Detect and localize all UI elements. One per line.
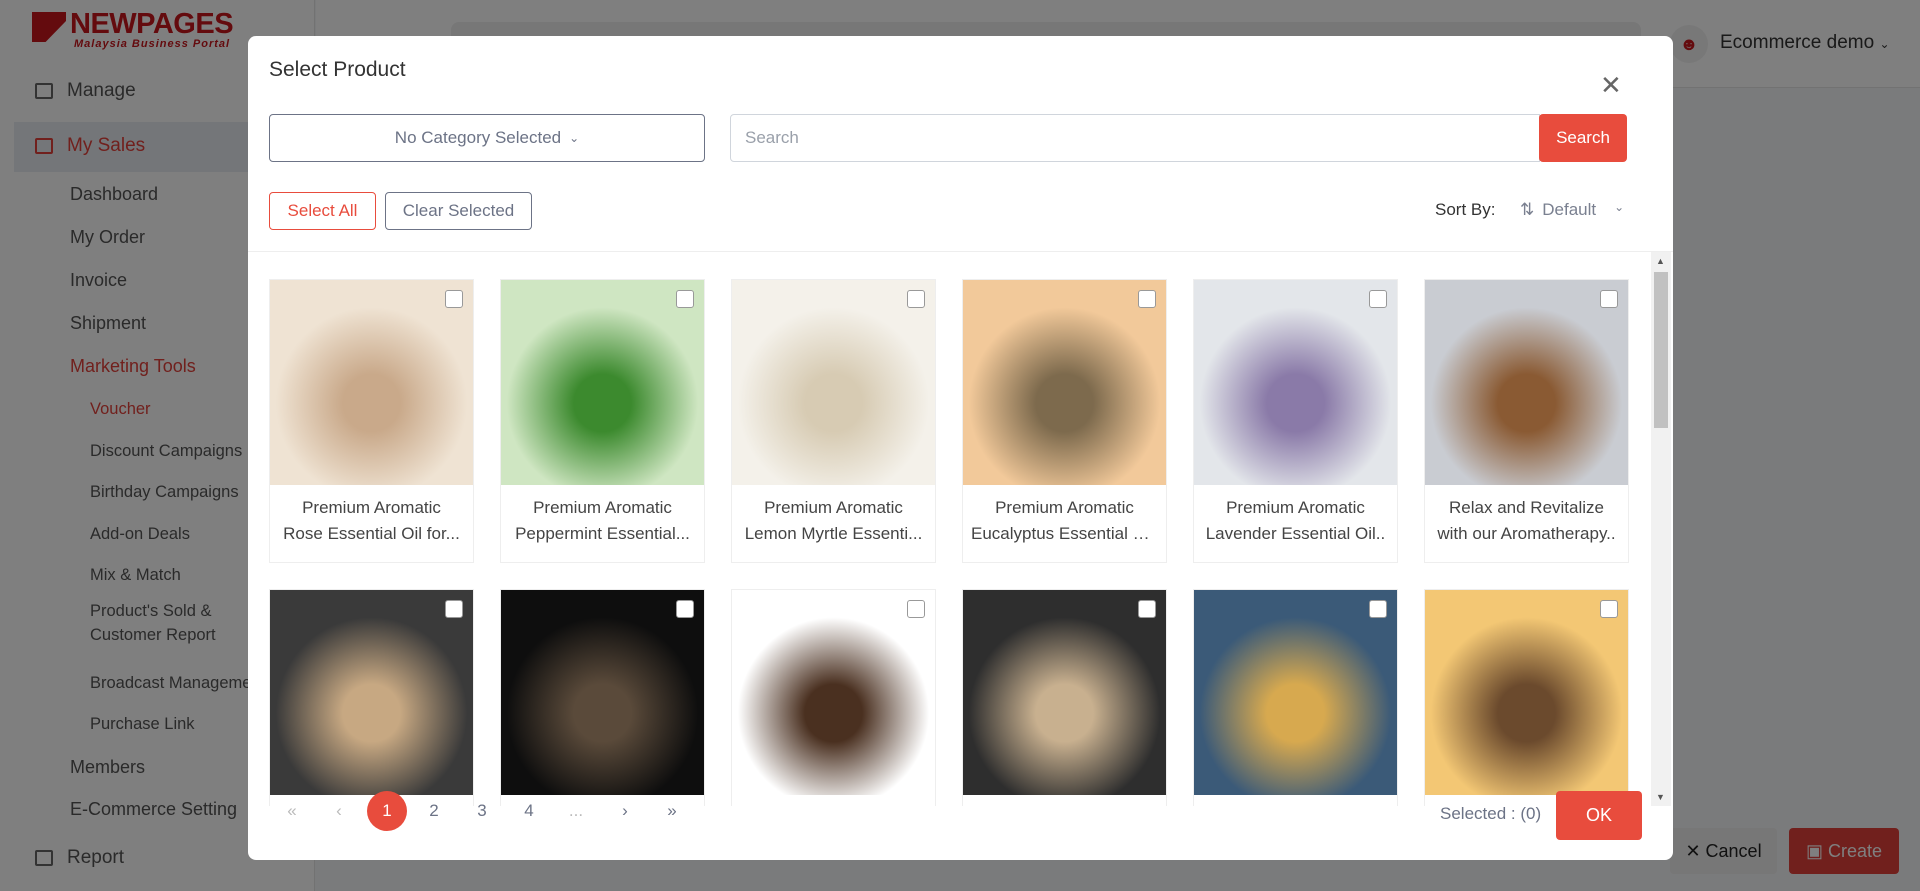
product-image: [732, 280, 935, 485]
product-name: Relax and Revitalize with our Aromatherap…: [1437, 498, 1616, 543]
product-card[interactable]: Relax and Revitalize with our Aromatherap…: [1424, 279, 1629, 563]
product-image: [1425, 590, 1628, 795]
pagination-ellipsis: ...: [568, 801, 584, 820]
modal-title: Select Product: [269, 58, 406, 81]
close-icon[interactable]: ✕: [1600, 72, 1622, 98]
product-image: [1425, 280, 1628, 485]
product-card[interactable]: [731, 589, 936, 806]
product-card[interactable]: Premium Aromatic Peppermint Essential...: [500, 279, 705, 563]
product-name: Premium Aromatic Eucalyptus Essential O..…: [971, 498, 1158, 543]
product-card[interactable]: Premium Aromatic Rose Essential Oil for..…: [269, 279, 474, 563]
product-checkbox[interactable]: [907, 290, 925, 308]
product-checkbox[interactable]: [445, 290, 463, 308]
product-image: [270, 280, 473, 485]
product-name: Premium Aromatic Lemon Myrtle Essenti...: [744, 498, 923, 543]
product-card[interactable]: [1424, 589, 1629, 806]
product-image: [270, 590, 473, 795]
product-name: [732, 795, 935, 806]
product-checkbox[interactable]: [1369, 600, 1387, 618]
scroll-up-icon[interactable]: ▲: [1656, 256, 1665, 266]
product-image: [732, 590, 935, 795]
chevron-down-icon: ⌄: [569, 131, 580, 145]
sort-icon: ⇅: [1520, 200, 1535, 219]
product-checkbox[interactable]: [1369, 290, 1387, 308]
product-checkbox[interactable]: [1138, 290, 1156, 308]
product-checkbox[interactable]: [1600, 290, 1618, 308]
product-checkbox[interactable]: [907, 600, 925, 618]
product-card[interactable]: Premium Aromatic Lemon Myrtle Essenti...: [731, 279, 936, 563]
sort-dropdown[interactable]: ⇅ Default ⌄: [1520, 200, 1624, 220]
select-product-modal: Select Product ✕ No Category Selected ⌄ S…: [248, 36, 1673, 860]
product-image: [963, 280, 1166, 485]
product-image: [963, 590, 1166, 795]
ok-button[interactable]: OK: [1556, 791, 1642, 840]
search-input[interactable]: [730, 114, 1540, 162]
product-checkbox[interactable]: [1138, 600, 1156, 618]
next-page-button[interactable]: ›: [605, 791, 645, 831]
category-dropdown[interactable]: No Category Selected ⌄: [269, 114, 705, 162]
product-card[interactable]: Premium Aromatic Lavender Essential Oil..: [1193, 279, 1398, 563]
page-1-button[interactable]: 1: [367, 791, 407, 831]
scrollbar-thumb[interactable]: [1654, 272, 1668, 428]
product-checkbox[interactable]: [1600, 600, 1618, 618]
product-image: [501, 280, 704, 485]
clear-selected-button[interactable]: Clear Selected: [385, 192, 532, 230]
first-page-button[interactable]: «: [272, 791, 312, 831]
select-all-button[interactable]: Select All: [269, 192, 376, 230]
product-checkbox[interactable]: [445, 600, 463, 618]
chevron-down-icon: ⌄: [1614, 200, 1625, 214]
product-image: [1194, 590, 1397, 795]
scroll-down-icon[interactable]: ▼: [1656, 792, 1665, 802]
product-card[interactable]: Premium Aromatic Eucalyptus Essential O..…: [962, 279, 1167, 563]
search-button[interactable]: Search: [1539, 114, 1627, 162]
product-name: Premium Aromatic Lavender Essential Oil..: [1205, 498, 1386, 543]
page-3-button[interactable]: 3: [462, 791, 502, 831]
product-name: Premium Aromatic Rose Essential Oil for..…: [283, 498, 460, 543]
product-grid: Premium Aromatic Rose Essential Oil for..…: [248, 252, 1651, 806]
product-card[interactable]: [962, 589, 1167, 806]
product-name: Premium Aromatic Peppermint Essential...: [515, 498, 690, 543]
product-name: [963, 795, 1166, 806]
page-2-button[interactable]: 2: [414, 791, 454, 831]
product-checkbox[interactable]: [676, 290, 694, 308]
page-4-button[interactable]: 4: [509, 791, 549, 831]
scrollbar[interactable]: ▲ ▼: [1651, 252, 1671, 806]
prev-page-button[interactable]: ‹: [319, 791, 359, 831]
product-card[interactable]: [500, 589, 705, 806]
product-image: [501, 590, 704, 795]
sort-label: Sort By:: [1435, 200, 1496, 219]
product-card[interactable]: [1193, 589, 1398, 806]
product-image: [1194, 280, 1397, 485]
last-page-button[interactable]: »: [652, 791, 692, 831]
product-card[interactable]: [269, 589, 474, 806]
product-checkbox[interactable]: [676, 600, 694, 618]
product-name: [1194, 795, 1397, 806]
selected-count: Selected : (0): [1440, 804, 1542, 823]
